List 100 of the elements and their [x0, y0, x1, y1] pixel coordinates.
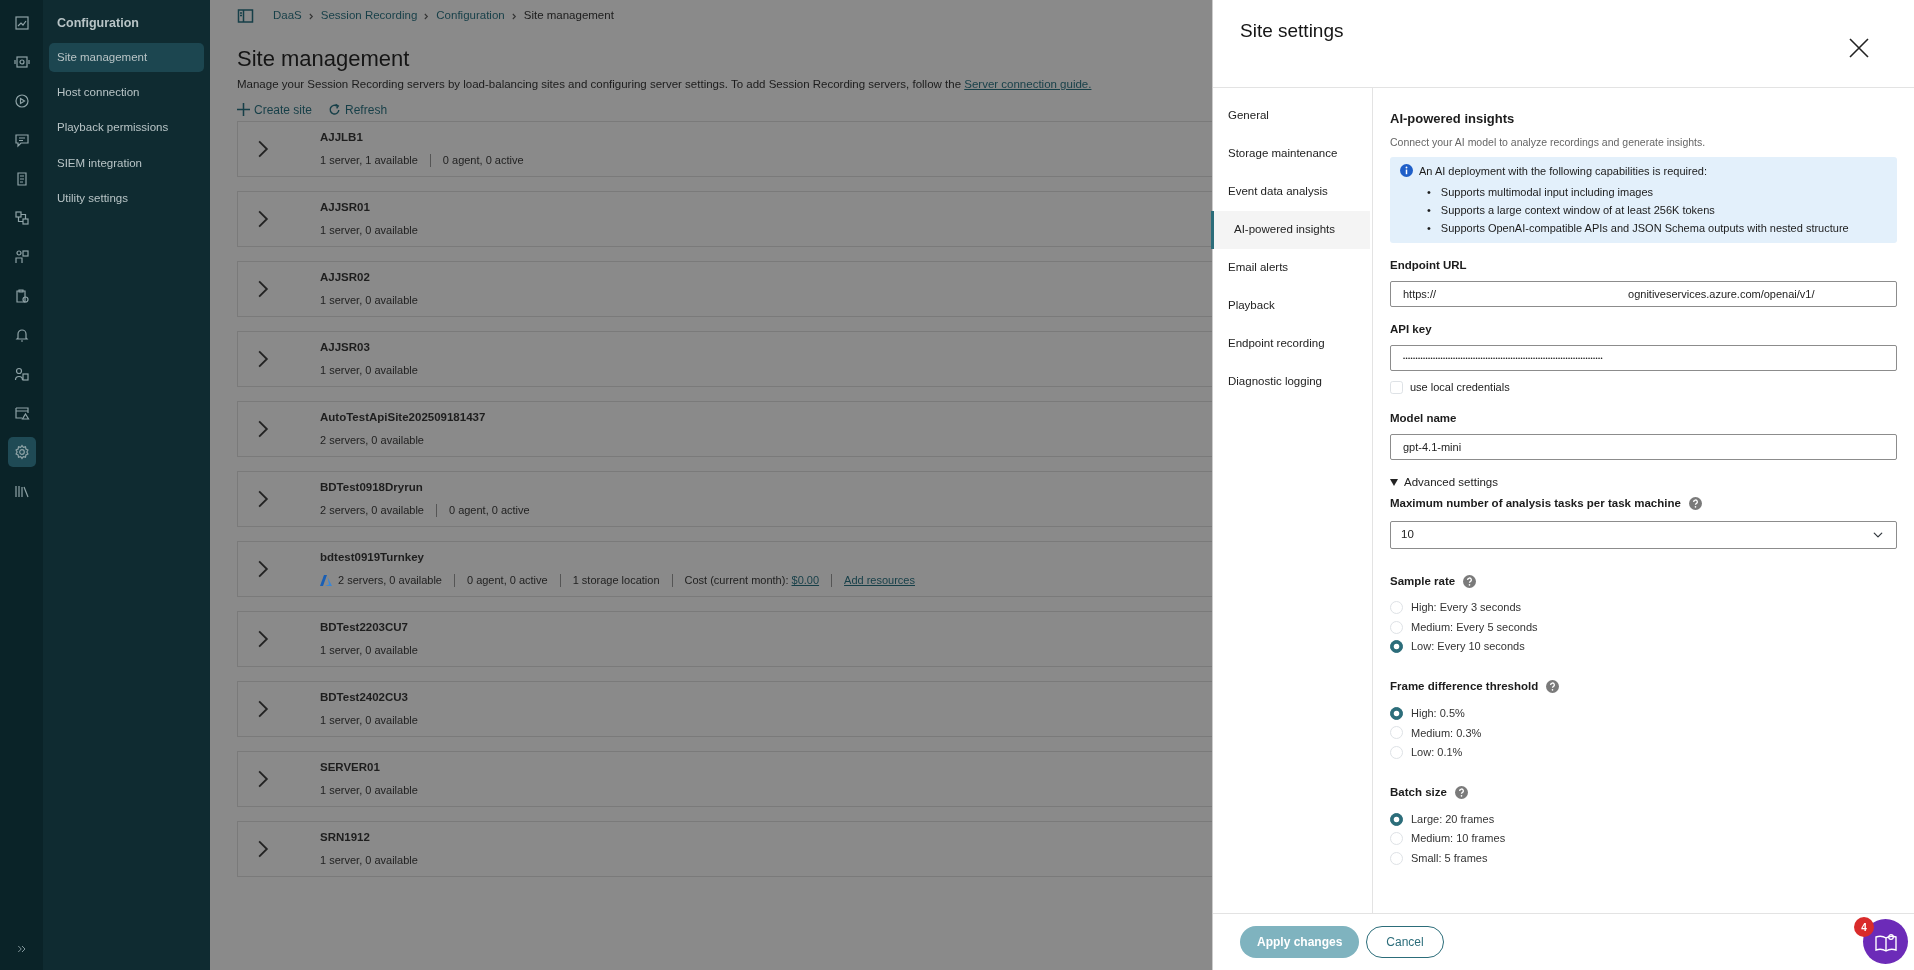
group-label: Batch size	[1390, 785, 1447, 800]
breadcrumb-current: Site management	[523, 8, 614, 24]
bullet-mark: •	[1427, 184, 1431, 200]
expand-chevron-icon[interactable]	[256, 629, 270, 648]
expand-chevron-icon[interactable]	[256, 349, 270, 368]
notification-count: 4	[1854, 917, 1874, 937]
nav-item[interactable]: Playback permissions	[49, 113, 204, 143]
site-detail: 1 server, 0 available	[320, 713, 418, 728]
info-icon	[1400, 164, 1413, 178]
bell-icon	[13, 327, 30, 343]
library-icon	[13, 483, 30, 499]
monitor-icon	[13, 54, 30, 70]
radio-button[interactable]	[1390, 812, 1403, 826]
cancel-button[interactable]: Cancel	[1366, 926, 1444, 958]
radio-label: Small: 5 frames	[1411, 850, 1488, 866]
settings-tab[interactable]: Storage maintenance	[1211, 135, 1370, 173]
site-name: bdtest0919Turnkey	[320, 549, 425, 565]
help-icon[interactable]	[1463, 574, 1477, 588]
page-title: Site management	[237, 46, 410, 73]
site-detail: 1 server, 0 available	[320, 783, 418, 798]
site-name: BDTest2402CU3	[320, 689, 409, 705]
radio-button[interactable]	[1390, 706, 1403, 720]
site-detail: 0 agent, 0 active	[442, 153, 524, 168]
requirement-item: Supports multimodal input including images	[1440, 184, 1654, 200]
settings-tab[interactable]: Endpoint recording	[1211, 325, 1370, 363]
site-detail: 1 server, 0 available	[320, 223, 418, 238]
rail-button[interactable]	[7, 437, 36, 467]
help-icon[interactable]	[1546, 680, 1560, 694]
site-name: AutoTestApiSite202509181437	[320, 409, 486, 425]
nav-item[interactable]: Utility settings	[49, 183, 204, 213]
expand-chevron-icon[interactable]	[256, 209, 270, 228]
checkbox-label: use local credentials	[1410, 380, 1510, 396]
model-field[interactable]: gpt-4.1-mini	[1390, 434, 1897, 460]
group-label: Frame difference threshold	[1390, 679, 1539, 695]
cloud-logo-icon	[320, 574, 332, 586]
help-icon[interactable]	[1688, 497, 1702, 511]
group-label: Sample rate	[1390, 573, 1456, 589]
radio-label: High: 0.5%	[1411, 706, 1465, 721]
chevron-icon	[308, 12, 314, 20]
settings-icon	[13, 444, 30, 460]
settings-tab[interactable]: General	[1211, 97, 1370, 135]
site-name: AJJSR01	[320, 199, 371, 215]
expand-chevron-icon[interactable]	[256, 839, 270, 858]
site-detail: Cost (current month):	[684, 573, 789, 588]
expand-chevron-icon[interactable]	[256, 419, 270, 438]
settings-tab[interactable]: Event data analysis	[1211, 173, 1370, 211]
advanced-settings-toggle[interactable]: Advanced settings	[1390, 474, 1498, 492]
nav-item[interactable]: Site management	[49, 42, 204, 72]
panel-toggle-icon[interactable]	[237, 9, 254, 23]
expand-chevron-icon[interactable]	[256, 279, 270, 298]
panel-title: Site settings	[1240, 20, 1344, 43]
close-icon	[1848, 36, 1870, 59]
settings-tab[interactable]: AI-powered insights	[1211, 211, 1370, 249]
expand-chevron-icon[interactable]	[256, 699, 270, 718]
chevron-icon	[511, 12, 517, 20]
url-field[interactable]: https:// ognitiveservices.azure.com/openai/v1/	[1390, 281, 1897, 307]
info-text: An AI deployment with the following capabilities is required:	[1419, 164, 1708, 180]
site-name: BDTest2203CU7	[320, 619, 409, 635]
section-description: Connect your AI model to analyze recordings and generate insights.	[1390, 134, 1707, 150]
site-detail: 1 server, 0 available	[320, 363, 418, 378]
chat-icon	[13, 132, 30, 148]
radio-button[interactable]	[1390, 640, 1403, 653]
site-name: AJJSR03	[320, 339, 371, 355]
section-heading: AI-powered insights	[1390, 110, 1516, 128]
site-name: SERVER01	[320, 759, 381, 775]
site-detail: 1 server, 0 available	[320, 643, 418, 658]
nav-item[interactable]: SIEM integration	[49, 148, 204, 178]
bullet-mark: •	[1427, 220, 1431, 236]
help-center-button[interactable]	[1863, 919, 1908, 964]
radio-label: Large: 20 frames	[1411, 811, 1495, 827]
requirement-item: Supports OpenAI-compatible APIs and JSON Schema outputs with nested structure	[1440, 220, 1849, 236]
site-detail: 2 servers, 0 available	[320, 503, 424, 518]
radio-label: Medium: 0.3%	[1411, 725, 1482, 741]
settings-tab[interactable]: Playback	[1211, 287, 1370, 325]
checkbox[interactable]	[1390, 381, 1403, 394]
expand-chevron-icon[interactable]	[256, 769, 270, 788]
site-name: AJJSR02	[320, 269, 371, 285]
site-detail: 2 servers, 0 available	[338, 573, 442, 588]
settings-tab[interactable]: Diagnostic logging	[1211, 363, 1370, 401]
clipboard-icon	[13, 288, 30, 304]
site-detail: 1 storage location	[572, 573, 660, 588]
radio-label: Low: Every 10 seconds	[1411, 639, 1525, 655]
tasks-select[interactable]: 10	[1390, 520, 1897, 549]
help-icon[interactable]	[1454, 786, 1468, 800]
expand-chevron-icon[interactable]	[256, 139, 270, 158]
plus-icon	[237, 103, 250, 117]
double-chevron-icon	[15, 943, 28, 955]
nav-item[interactable]: Host connection	[49, 78, 204, 108]
nav-heading: Configuration	[56, 15, 140, 32]
site-name: AJJLB1	[320, 129, 364, 145]
person-list-icon	[13, 366, 30, 382]
radio-label: High: Every 3 seconds	[1411, 600, 1522, 616]
site-detail: 1 server, 0 available	[320, 293, 418, 308]
settings-tab[interactable]: Email alerts	[1211, 249, 1370, 287]
radio-label: Medium: 10 frames	[1411, 831, 1506, 847]
expand-chevron-icon[interactable]	[256, 489, 270, 508]
expand-chevron-icon[interactable]	[256, 559, 270, 578]
refresh-icon	[328, 103, 342, 117]
person-chart-icon	[13, 249, 30, 265]
warning-window-icon	[13, 405, 30, 421]
